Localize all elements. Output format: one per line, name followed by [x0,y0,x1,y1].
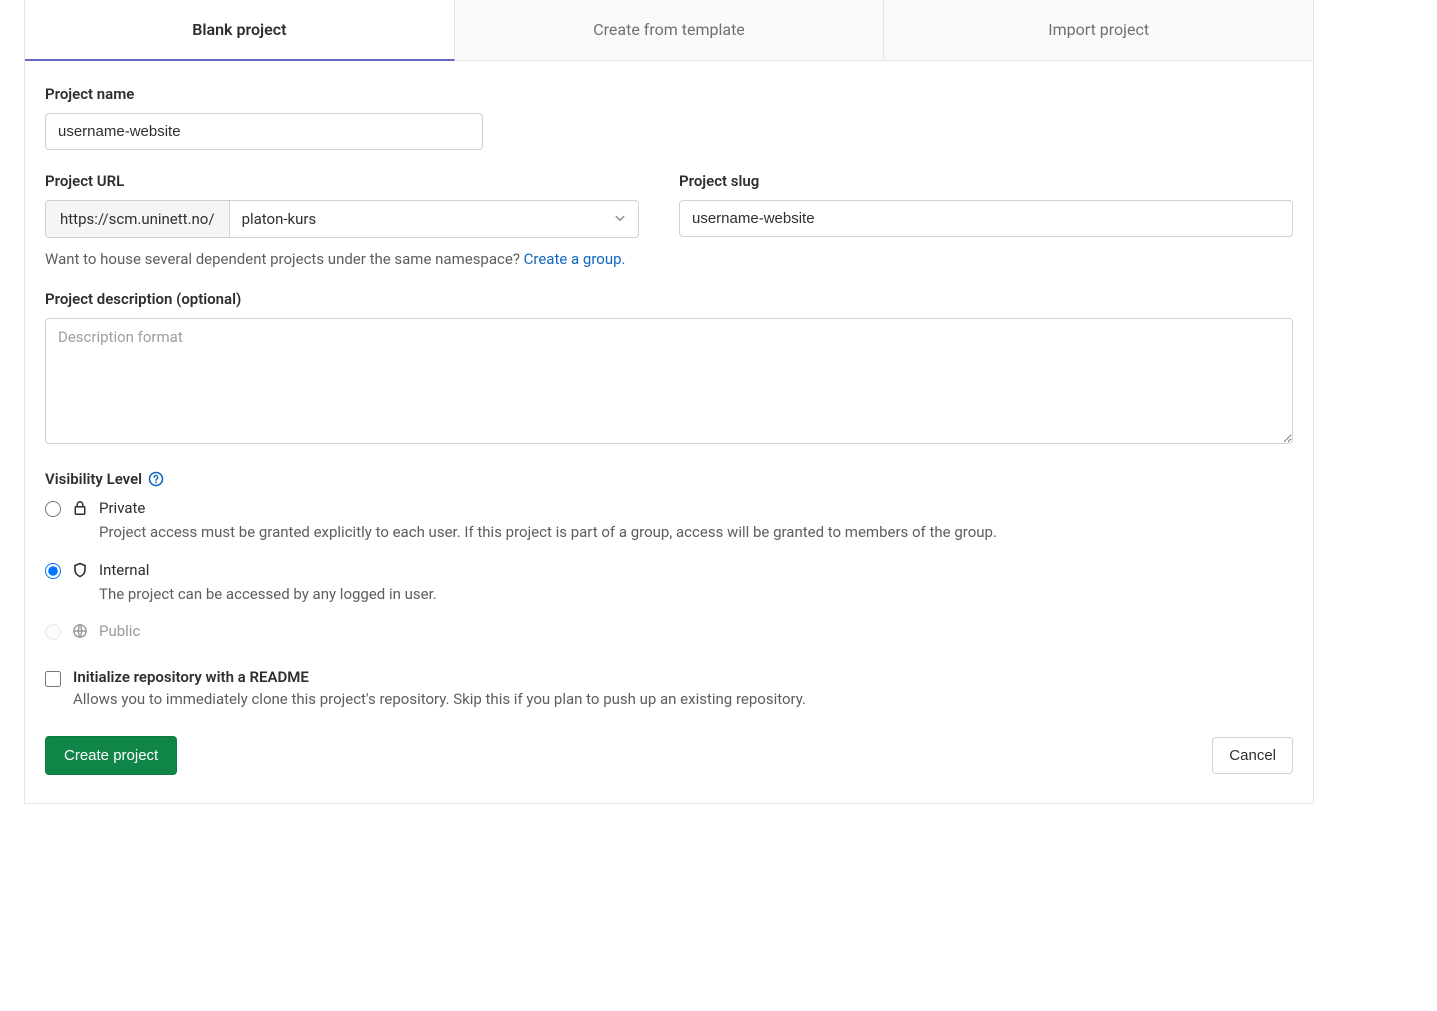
form-body: Project name Project URL https://scm.uni… [25,61,1313,803]
help-icon[interactable] [148,471,164,487]
project-url-group: https://scm.uninett.no/ platon-kurs [45,200,639,238]
visibility-radio-private[interactable] [45,501,61,517]
project-type-tabs: Blank project Create from template Impor… [25,0,1313,61]
tab-import-project[interactable]: Import project [884,0,1313,60]
new-project-panel: Blank project Create from template Impor… [24,0,1314,804]
tab-create-from-template[interactable]: Create from template [455,0,885,60]
shield-icon [71,562,89,578]
project-name-input[interactable] [45,113,483,150]
visibility-option-private: Private Project access must be granted e… [45,498,1293,544]
project-name-label: Project name [45,85,1293,103]
form-actions: Create project Cancel [45,736,1293,775]
initialize-readme-title: Initialize repository with a README [73,668,806,686]
visibility-radio-internal[interactable] [45,563,61,579]
project-slug-input[interactable] [679,200,1293,237]
initialize-readme-block: Initialize repository with a README Allo… [45,668,1293,708]
project-url-prefix: https://scm.uninett.no/ [45,200,229,238]
lock-icon [71,500,89,516]
namespace-hint-text: Want to house several dependent projects… [45,250,524,268]
visibility-radio-public [45,624,61,640]
project-description-label: Project description (optional) [45,290,1293,308]
visibility-level-label: Visibility Level [45,470,1293,488]
initialize-readme-checkbox[interactable] [45,671,61,687]
visibility-internal-desc: The project can be accessed by any logge… [99,583,1293,606]
visibility-option-public: Public [45,621,1293,642]
project-url-label: Project URL [45,172,639,190]
cancel-button[interactable]: Cancel [1212,737,1293,774]
visibility-option-internal: Internal The project can be accessed by … [45,560,1293,606]
globe-icon [71,623,89,639]
initialize-readme-desc: Allows you to immediately clone this pro… [73,690,806,708]
visibility-private-desc: Project access must be granted explicitl… [99,521,1293,544]
create-group-link[interactable]: Create a group. [524,250,626,268]
namespace-selected-value: platon-kurs [242,210,317,228]
project-description-input[interactable] [45,318,1293,444]
visibility-private-title: Private [99,498,1293,519]
namespace-hint: Want to house several dependent projects… [45,250,1293,268]
visibility-public-title: Public [99,621,1293,642]
create-project-button[interactable]: Create project [45,736,177,775]
visibility-level-text: Visibility Level [45,470,142,488]
visibility-internal-title: Internal [99,560,1293,581]
chevron-down-icon [614,210,626,228]
tab-blank-project[interactable]: Blank project [25,0,455,61]
namespace-select[interactable]: platon-kurs [229,200,639,238]
project-slug-label: Project slug [679,172,1293,190]
